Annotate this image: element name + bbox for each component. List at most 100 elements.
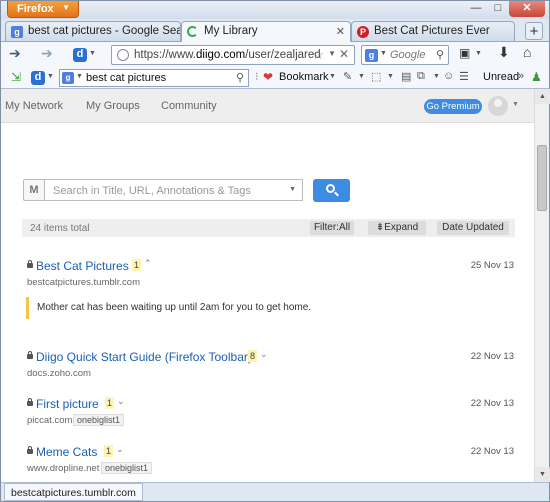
status-bar: bestcatpictures.tumblr.com [1, 482, 549, 501]
chevron-down-icon[interactable]: ▼ [512, 101, 519, 108]
read-later-icon[interactable]: ☰ [459, 70, 469, 83]
avatar[interactable] [488, 96, 508, 116]
search-icon[interactable]: ⚲ [436, 48, 444, 61]
chevron-double-right-icon[interactable]: » [518, 70, 524, 82]
bookmark-date: 22 Nov 13 [470, 351, 514, 362]
diigo-toolbar: ⇲ d ▼ g ▼ best cat pictures ⚲ ⁝ ❤ Bookma… [1, 67, 549, 89]
bookmark-title[interactable]: Best Cat Pictures [36, 259, 129, 273]
tab-strip: g best cat pictures - Google Search My L… [1, 19, 549, 42]
navigation-bar: ➔ ➔ d ▼ https://www.diigo.com/user/zealj… [1, 41, 549, 67]
chevron-up-icon[interactable]: ⌃ [144, 258, 152, 269]
home-icon[interactable]: ⌂ [523, 44, 531, 60]
search-button[interactable] [313, 179, 350, 202]
close-window-button[interactable]: ✕ [509, 1, 545, 17]
url-bar[interactable]: https://www.diigo.com/user/zealjared ☆ ▼… [111, 45, 355, 65]
download-icon[interactable]: ⬇ [498, 44, 510, 61]
chevron-down-icon[interactable]: ▼ [475, 50, 482, 57]
forward-arrow-icon[interactable]: ➔ [41, 45, 53, 62]
chevron-down-icon[interactable]: ▼ [380, 50, 387, 57]
diigo-search-value: best cat pictures [86, 72, 167, 84]
page-content: My Network My Groups Community Go Premiu… [1, 89, 534, 482]
bookmark-date: 22 Nov 13 [470, 446, 514, 457]
tab-my-library[interactable]: My Library ✕ [181, 21, 351, 42]
expand-label: Expand [384, 222, 419, 233]
bookmark-title[interactable]: Meme Cats [36, 445, 97, 459]
maximize-button[interactable]: □ [487, 1, 509, 17]
chevron-down-icon[interactable]: ⌄ [117, 396, 125, 407]
filter-button[interactable]: Filter:All [310, 221, 354, 235]
chevron-down-icon[interactable]: ⌄ [260, 349, 268, 360]
diigo-icon[interactable]: d [73, 48, 87, 62]
firefox-menu-button[interactable]: Firefox ▼ [7, 1, 79, 18]
library-search-input[interactable]: Search in Title, URL, Annotations & Tags… [45, 179, 303, 201]
lock-icon [27, 351, 33, 359]
search-placeholder: Google [390, 49, 426, 61]
tab-google-search[interactable]: g best cat pictures - Google Search [5, 21, 181, 42]
bookmark-title[interactable]: Diigo Quick Start Guide (Firefox Toolbar… [36, 350, 252, 364]
search-mode-button[interactable]: M [23, 179, 45, 201]
chevron-down-icon[interactable]: ▼ [328, 49, 336, 58]
bookmarks-menu-icon[interactable]: ▣ [459, 46, 470, 60]
tag-chip[interactable]: onebiglist1 [101, 462, 153, 474]
vertical-scrollbar[interactable]: ▲ ▼ [534, 89, 550, 482]
filter-bar: 24 items total Filter:All ⇟Expand Date U… [22, 219, 515, 237]
bookmark-url[interactable]: docs.zoho.com [27, 368, 91, 379]
url-host: diigo.com [196, 49, 246, 61]
tag-chip[interactable]: onebiglist1 [73, 414, 125, 426]
scroll-up-icon[interactable]: ▲ [535, 89, 550, 104]
sticky-note-icon[interactable]: ▤ [401, 70, 411, 83]
bookmark-url[interactable]: piccat.com [27, 415, 72, 426]
go-premium-button[interactable]: Go Premium [424, 99, 482, 114]
scroll-down-icon[interactable]: ▼ [535, 467, 550, 482]
bookmark-button[interactable]: Bookmark [279, 71, 329, 83]
bookmark-title[interactable]: First picture [36, 397, 99, 411]
url-path: /user/zealjared [245, 49, 321, 61]
diigo-import-icon[interactable]: ⇲ [11, 70, 21, 84]
chevron-down-icon[interactable]: ▼ [76, 73, 83, 80]
share-icon[interactable]: ⧉ [417, 70, 425, 83]
window-controls: — □ ✕ [465, 1, 545, 17]
items-total: 24 items total [30, 223, 90, 234]
tab-label: My Library [204, 25, 258, 37]
highlighter-icon[interactable]: ✎ [343, 70, 352, 83]
annotation-count-badge[interactable]: 1 [105, 397, 115, 409]
diigo-user-icon[interactable]: ♟ [531, 70, 542, 84]
sort-button[interactable]: Date Updated [437, 221, 509, 235]
back-arrow-icon[interactable]: ➔ [9, 45, 21, 62]
search-icon[interactable]: ⚲ [236, 71, 244, 84]
diigo-search-input[interactable]: g ▼ best cat pictures ⚲ [59, 69, 249, 87]
google-icon: g [11, 26, 23, 38]
capture-icon[interactable]: ⬚ [371, 70, 381, 83]
diigo-icon[interactable]: d [31, 71, 45, 85]
scrollbar-thumb[interactable] [537, 145, 547, 211]
nav-community[interactable]: Community [161, 100, 217, 112]
bookmark-url[interactable]: www.dropline.net [27, 463, 99, 474]
comment-icon[interactable]: ☺ [443, 70, 454, 82]
web-search-bar[interactable]: g ▼ Google ⚲ [361, 45, 449, 65]
annotation-count-badge[interactable]: 1 [104, 445, 114, 457]
library-search-placeholder: Search in Title, URL, Annotations & Tags [53, 185, 251, 197]
chevron-down-icon[interactable]: ▼ [387, 73, 394, 80]
close-tab-icon[interactable]: ✕ [336, 25, 345, 38]
tab-best-cat-pictures[interactable]: P Best Cat Pictures Ever [351, 21, 515, 42]
new-tab-button[interactable]: + [525, 22, 543, 40]
chevron-down-icon[interactable]: ▼ [329, 73, 336, 80]
bookmark-icon[interactable]: ❤ [263, 70, 273, 84]
loading-spinner-icon [187, 26, 198, 37]
annotation-count-badge[interactable]: 8 [248, 350, 258, 362]
chevron-down-icon[interactable]: ⌄ [116, 444, 124, 455]
nav-my-network[interactable]: My Network [5, 100, 63, 112]
unread-button[interactable]: Unread [483, 71, 519, 83]
nav-my-groups[interactable]: My Groups [86, 100, 140, 112]
bookmark-star-icon[interactable]: ☆ [312, 47, 324, 63]
chevron-down-icon[interactable]: ▼ [433, 73, 440, 80]
chevron-down-icon[interactable]: ▼ [289, 186, 296, 193]
stop-icon[interactable]: ✕ [339, 47, 349, 61]
bookmark-url[interactable]: bestcatpictures.tumblr.com [27, 277, 140, 288]
expand-button[interactable]: ⇟Expand [368, 221, 426, 235]
chevron-down-icon[interactable]: ▼ [358, 73, 365, 80]
chevron-down-icon[interactable]: ▼ [47, 73, 54, 80]
chevron-down-icon[interactable]: ▼ [89, 50, 96, 57]
annotation-count-badge[interactable]: 1 [132, 259, 142, 271]
minimize-button[interactable]: — [465, 1, 487, 17]
